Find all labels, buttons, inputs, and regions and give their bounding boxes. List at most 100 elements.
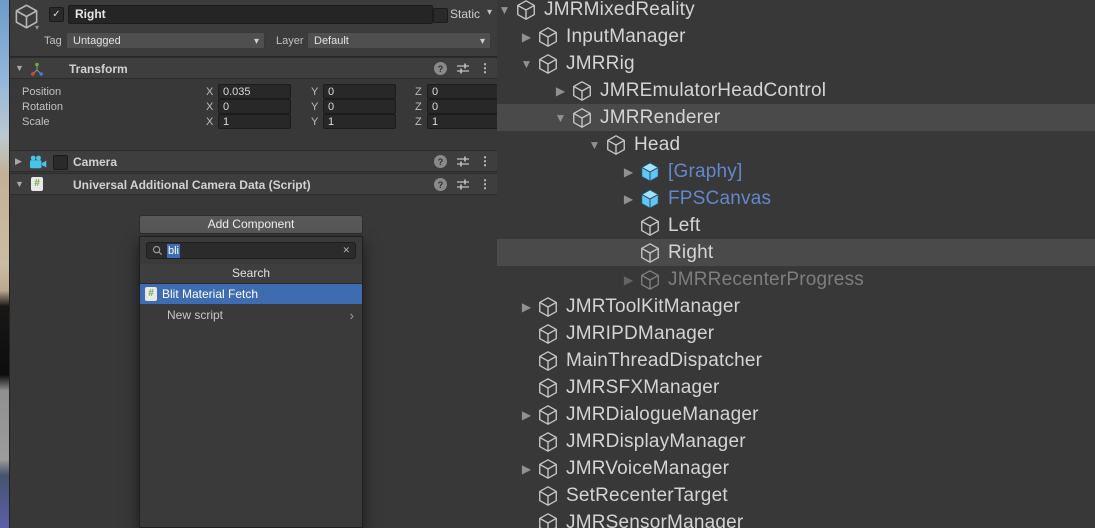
cube-icon <box>537 404 559 426</box>
presets-icon[interactable] <box>456 155 470 168</box>
prefab-cube-icon <box>639 188 661 210</box>
static-checkbox[interactable] <box>433 8 448 23</box>
gameobject-header: ▾ ✓ Right Static ▾ Tag Untagged ▾ Layer … <box>10 0 498 57</box>
hierarchy-item-fpscanvas[interactable]: ▶FPSCanvas <box>497 185 1095 212</box>
axis-y-label: Y <box>311 86 318 98</box>
more-menu-icon[interactable]: ⋮ <box>479 62 491 75</box>
gameobject-name-input[interactable]: Right <box>68 5 433 24</box>
cube-icon <box>537 512 559 528</box>
axis-x-label: X <box>206 101 213 113</box>
hierarchy-item-inputmanager[interactable]: ▶InputManager <box>497 23 1095 50</box>
script-icon: # <box>31 177 43 191</box>
cube-icon <box>537 53 559 75</box>
hierarchy-item-jmrdialoguemanager[interactable]: ▶JMRDialogueManager <box>497 401 1095 428</box>
prefab-cube-icon <box>639 161 661 183</box>
help-icon[interactable]: ? <box>434 178 447 191</box>
component-search-input[interactable]: bli ✕ <box>146 242 356 259</box>
cube-icon <box>537 485 559 507</box>
scale-row: Scale X 1 Y 1 Z 1 <box>10 114 498 130</box>
rotation-y-input[interactable]: 0 <box>323 99 396 114</box>
hierarchy-item-label: JMRRig <box>566 53 635 75</box>
foldout-collapsed-icon[interactable]: ▶ <box>553 84 568 98</box>
add-component-popup: bli ✕ Search # Blit Material Fetch New s… <box>139 236 363 528</box>
hierarchy-item-jmrtoolkitmanager[interactable]: ▶JMRToolKitManager <box>497 293 1095 320</box>
foldout-collapsed-icon[interactable]: ▶ <box>621 273 636 287</box>
hierarchy-item-label: MainThreadDispatcher <box>566 350 762 372</box>
cube-icon <box>571 107 593 129</box>
unity-editor: ▾ ✓ Right Static ▾ Tag Untagged ▾ Layer … <box>0 0 1095 528</box>
hierarchy-item-label: JMRMixedReality <box>544 0 695 21</box>
additional-camera-data-header[interactable]: ▼ # Universal Additional Camera Data (Sc… <box>10 173 498 195</box>
hierarchy-item-right[interactable]: Right <box>497 239 1095 266</box>
help-icon[interactable]: ? <box>434 62 447 75</box>
rotation-row: Rotation X 0 Y 0 Z 0 <box>10 99 498 115</box>
hierarchy-rows: ▼JMRMixedReality▶InputManager▼JMRRig▶JMR… <box>497 0 1095 528</box>
clear-search-icon[interactable]: ✕ <box>342 245 350 256</box>
active-checkbox[interactable]: ✓ <box>49 7 64 22</box>
position-x-input[interactable]: 0.035 <box>218 84 291 99</box>
foldout-collapsed-icon[interactable]: ▶ <box>519 408 534 422</box>
foldout-expanded-icon[interactable]: ▼ <box>15 64 24 73</box>
foldout-collapsed-icon[interactable]: ▶ <box>621 165 636 179</box>
search-icon <box>152 245 163 256</box>
add-component-button[interactable]: Add Component <box>139 215 363 234</box>
layer-dropdown[interactable]: Default ▾ <box>307 32 491 49</box>
axis-x-label: X <box>206 86 213 98</box>
cube-icon <box>537 377 559 399</box>
hierarchy-item-jmrrenderer[interactable]: ▼JMRRenderer <box>497 104 1095 131</box>
hierarchy-item-label: Left <box>668 215 701 237</box>
axis-x-label: X <box>206 116 213 128</box>
hierarchy-item-jmripdmanager[interactable]: JMRIPDManager <box>497 320 1095 347</box>
cube-icon <box>537 323 559 345</box>
result-new-script[interactable]: New script › <box>140 305 362 325</box>
hierarchy-item-jmrsensormanager[interactable]: JMRSensorManager <box>497 509 1095 528</box>
tag-dropdown[interactable]: Untagged ▾ <box>66 32 265 49</box>
foldout-expanded-icon[interactable]: ▼ <box>519 57 534 71</box>
transform-header[interactable]: ▼ Transform ? ⋮ <box>10 57 498 79</box>
icon-picker-caret[interactable]: ▾ <box>35 24 39 32</box>
scale-z-input[interactable]: 1 <box>427 114 499 129</box>
hierarchy-item-left[interactable]: Left <box>497 212 1095 239</box>
camera-component-header[interactable]: ▶ Camera ? ⋮ <box>10 150 498 172</box>
hierarchy-item-setrecentertarget[interactable]: SetRecenterTarget <box>497 482 1095 509</box>
layer-label: Layer <box>276 35 304 47</box>
hierarchy-item-jmrsfxmanager[interactable]: JMRSFXManager <box>497 374 1095 401</box>
foldout-expanded-icon[interactable]: ▼ <box>497 3 512 17</box>
scale-y-input[interactable]: 1 <box>323 114 396 129</box>
hierarchy-item-graphy[interactable]: ▶[Graphy] <box>497 158 1095 185</box>
more-menu-icon[interactable]: ⋮ <box>479 178 491 191</box>
hierarchy-panel: ▼JMRMixedReality▶InputManager▼JMRRig▶JMR… <box>497 0 1095 528</box>
foldout-collapsed-icon[interactable]: ▶ <box>621 192 636 206</box>
more-menu-icon[interactable]: ⋮ <box>479 155 491 168</box>
foldout-expanded-icon[interactable]: ▼ <box>553 111 568 125</box>
presets-icon[interactable] <box>456 62 470 75</box>
hierarchy-item-jmremulatorheadcontrol[interactable]: ▶JMREmulatorHeadControl <box>497 77 1095 104</box>
foldout-expanded-icon[interactable]: ▼ <box>587 138 602 152</box>
help-icon[interactable]: ? <box>434 155 447 168</box>
hierarchy-item-jmrdisplaymanager[interactable]: JMRDisplayManager <box>497 428 1095 455</box>
cube-icon <box>571 80 593 102</box>
hierarchy-item-jmrrecenterprogress[interactable]: ▶JMRRecenterProgress <box>497 266 1095 293</box>
hierarchy-item-mainthreaddispatcher[interactable]: MainThreadDispatcher <box>497 347 1095 374</box>
camera-enabled-checkbox[interactable] <box>53 155 68 170</box>
foldout-collapsed-icon[interactable]: ▶ <box>15 157 22 166</box>
hierarchy-item-jmrvoicemanager[interactable]: ▶JMRVoiceManager <box>497 455 1095 482</box>
position-z-input[interactable]: 0 <box>427 84 499 99</box>
rotation-x-input[interactable]: 0 <box>218 99 291 114</box>
hierarchy-item-jmrrig[interactable]: ▼ JMRRig <box>497 50 1095 77</box>
presets-icon[interactable] <box>456 178 470 191</box>
hierarchy-item-jmrmixedreality[interactable]: ▼ JMRMixedReality <box>497 0 1095 23</box>
camera-icon <box>29 155 47 169</box>
scale-x-input[interactable]: 1 <box>218 114 291 129</box>
position-y-input[interactable]: 0 <box>323 84 396 99</box>
foldout-expanded-icon[interactable]: ▼ <box>15 180 24 189</box>
hierarchy-item-label: Right <box>668 242 713 264</box>
rotation-z-input[interactable]: 0 <box>427 99 499 114</box>
foldout-collapsed-icon[interactable]: ▶ <box>519 300 534 314</box>
foldout-collapsed-icon[interactable]: ▶ <box>519 30 534 44</box>
tag-label: Tag <box>44 35 62 47</box>
result-blit-material-fetch[interactable]: # Blit Material Fetch <box>140 284 362 304</box>
hierarchy-item-head[interactable]: ▼Head <box>497 131 1095 158</box>
foldout-collapsed-icon[interactable]: ▶ <box>519 462 534 476</box>
static-caret-icon[interactable]: ▾ <box>487 7 492 18</box>
